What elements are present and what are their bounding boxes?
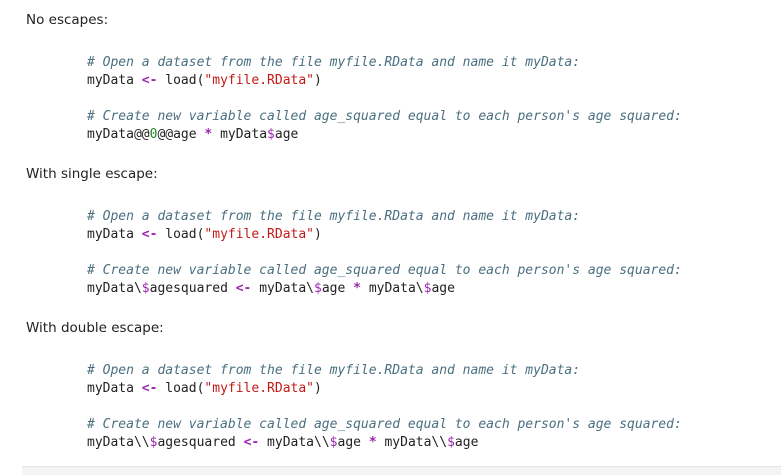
code-text: myData\ [368,281,424,296]
code-var: myData [87,381,134,396]
code-text: myData\\ [384,435,448,450]
code-paren: ) [314,227,322,242]
code-text: myData@@ [87,127,150,142]
code-line-load: myData <- load("myfile.RData") [87,72,682,90]
code-dollar: $ [447,435,455,450]
code-text: age [454,435,479,450]
code-block-double-escape: # Open a dataset from the file myfile.RD… [87,362,682,452]
code-dollar: $ [267,127,275,142]
code-line-assign: myData@@0@@age * myData$age [87,126,682,144]
code-comment: # Open a dataset from the file myfile.RD… [87,55,581,70]
code-dollar: $ [329,435,338,450]
code-text: myData\\ [87,435,150,450]
code-block-single-escape: # Open a dataset from the file myfile.RD… [87,208,682,298]
code-text: age [431,281,455,296]
code-text: @@age [157,127,197,142]
code-line-comment: # Create new variable called age_squared… [87,416,682,434]
bottom-panel-edge [22,466,781,475]
section-label-single-escape: With single escape: [26,166,158,182]
code-line-assign: myData\$agesquared <- myData\$age * myDa… [87,280,682,298]
code-assign-operator: <- [141,73,158,88]
code-multiply-operator: * [353,281,361,296]
code-line-comment: # Open a dataset from the file myfile.RD… [87,54,682,72]
section-label-double-escape: With double escape: [26,320,164,336]
code-string: "myfile.RData" [204,381,314,396]
code-text: agesquared [149,281,228,296]
code-func: load( [165,73,205,88]
code-var: myData [87,227,134,242]
code-line-load: myData <- load("myfile.RData") [87,380,682,398]
code-dollar: $ [314,281,322,296]
code-line-comment: # Create new variable called age_squared… [87,108,682,126]
code-line-assign: myData\\$agesquared <- myData\\$age * my… [87,434,682,452]
code-multiply-operator: * [204,127,213,142]
code-string: "myfile.RData" [204,73,314,88]
code-comment: # Open a dataset from the file myfile.RD… [87,209,581,224]
code-paren: ) [314,73,322,88]
code-var: myData [87,73,134,88]
code-comment: # Open a dataset from the file myfile.RD… [87,363,581,378]
code-text: myData\ [259,281,315,296]
code-comment: # Create new variable called age_squared… [87,263,682,278]
code-text: myData\ [87,281,142,296]
code-text: myData\\ [267,435,330,450]
code-block-no-escapes: # Open a dataset from the file myfile.RD… [87,54,682,144]
code-func: load( [165,381,205,396]
code-text: age [321,281,346,296]
code-text: age [274,127,299,142]
code-line-load: myData <- load("myfile.RData") [87,226,682,244]
code-line-comment: # Open a dataset from the file myfile.RD… [87,208,682,226]
code-paren: ) [314,381,322,396]
code-assign-operator: <- [243,435,260,450]
code-multiply-operator: * [368,435,377,450]
code-dollar: $ [141,281,150,296]
section-label-no-escapes: No escapes: [26,12,109,28]
code-text: age [337,435,361,450]
code-line-comment: # Create new variable called age_squared… [87,262,682,280]
code-comment: # Create new variable called age_squared… [87,109,682,124]
code-assign-operator: <- [141,227,158,242]
code-text: myData [220,127,268,142]
code-text: agesquared [157,435,236,450]
code-assign-operator: <- [235,281,252,296]
code-line-comment: # Open a dataset from the file myfile.RD… [87,362,682,380]
code-func: load( [165,227,205,242]
code-comment: # Create new variable called age_squared… [87,417,682,432]
code-assign-operator: <- [141,381,158,396]
code-string: "myfile.RData" [204,227,314,242]
